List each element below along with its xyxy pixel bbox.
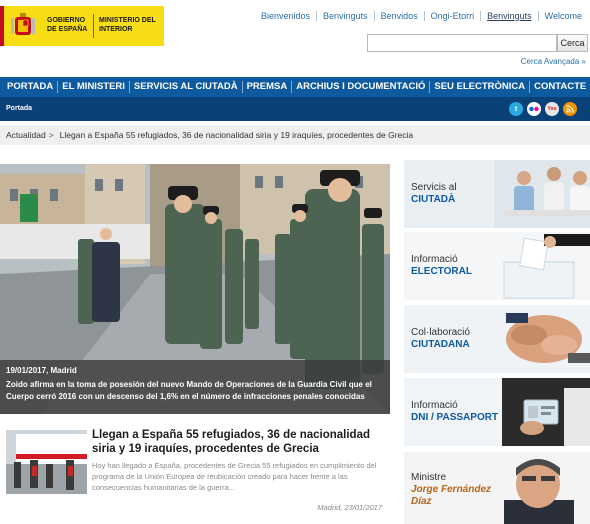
sidebar-card-collaboration[interactable]: Col·laboració CIUTADANA — [404, 305, 590, 373]
main-navigation: PORTADA EL MINISTERI SERVICIS AL CIUTADÀ… — [0, 77, 590, 97]
lang-es[interactable]: Bienvenidos — [255, 11, 316, 21]
news-title[interactable]: Llegan a España 55 refugiados, 36 de nac… — [92, 428, 388, 456]
nav-item-servicis[interactable]: SERVICIS AL CIUTADÀ — [128, 81, 242, 93]
advanced-search-link[interactable]: Cerca Avançada » — [521, 57, 586, 66]
subnav-bar: Portada t You — [0, 97, 590, 121]
card-line1: Servicis al — [411, 182, 457, 193]
card-line1: Col·laboració — [411, 327, 470, 338]
sidebar-card-electoral[interactable]: Informació ELECTORAL — [404, 232, 590, 300]
lang-gl[interactable]: Benvidos — [373, 11, 424, 21]
coat-of-arms-icon — [11, 13, 35, 35]
rss-icon[interactable] — [563, 102, 577, 116]
nav-item-archius[interactable]: ARCHIUS I DOCUMENTACIÓ — [291, 81, 429, 93]
sidebar-card-minister[interactable]: Ministre Jorge Fernández Díaz — [404, 452, 590, 524]
sidebar-card-label: Servicis al CIUTADÀ — [411, 182, 501, 206]
breadcrumb: Actualidad > Llegan a España 55 refugiad… — [0, 125, 590, 145]
sidebar-card-label: Informació DNI / PASSAPORT — [411, 400, 501, 424]
card-line2: DNI / PASSAPORT — [411, 412, 499, 423]
minister-title: Ministre — [411, 472, 447, 483]
card-line2: CIUTADANA — [411, 339, 470, 350]
nav-item-seu[interactable]: SEU ELECTRÒNICA — [429, 81, 529, 93]
minister-label-block: Ministre Jorge Fernández Díaz — [411, 472, 501, 508]
card-line1: Informació — [411, 254, 458, 265]
breadcrumb-current: Llegan a España 55 refugiados, 36 de nac… — [59, 130, 414, 140]
nav-item-portada[interactable]: PORTADA — [3, 81, 57, 93]
subnav-current-label[interactable]: Portada — [6, 105, 32, 112]
logo-ministry-text: MINISTERIO DEL INTERIOR — [99, 17, 156, 33]
youtube-icon[interactable]: You — [545, 102, 559, 116]
lang-eu[interactable]: Ongi-Etorri — [423, 11, 481, 21]
search-input[interactable] — [367, 34, 557, 52]
card-line1: Informació — [411, 400, 458, 411]
breadcrumb-root[interactable]: Actualidad — [6, 130, 46, 140]
hero-caption: 19/01/2017, Madrid Zoido afirma en la to… — [0, 360, 390, 414]
twitter-icon[interactable]: t — [509, 102, 523, 116]
nav-item-contacte[interactable]: CONTACTE — [529, 81, 590, 93]
lang-va[interactable]: Benvinguts — [480, 11, 538, 21]
lang-en[interactable]: Welcome — [537, 11, 588, 21]
page: GOBIERNO DE ESPAÑA MINISTERIO DEL INTERI… — [0, 0, 590, 524]
flag-stripe — [0, 6, 4, 46]
sidebar-card-citizen-services[interactable]: Servicis al CIUTADÀ — [404, 160, 590, 228]
minister-name: Jorge Fernández Díaz — [411, 484, 492, 507]
news-date: Madrid, 23/01/2017 — [317, 503, 382, 512]
sidebar-card-dni-passport[interactable]: Informació DNI / PASSAPORT — [404, 378, 590, 446]
logo-government-text: GOBIERNO DE ESPAÑA — [47, 17, 88, 33]
card-line2: ELECTORAL — [411, 266, 472, 277]
hero-news-slide[interactable]: 19/01/2017, Madrid Zoido afirma en la to… — [0, 164, 390, 414]
news-photo — [6, 430, 87, 494]
language-selector: Bienvenidos Benvinguts Benvidos Ongi-Eto… — [255, 11, 588, 21]
logo-divider — [93, 14, 94, 38]
sidebar-card-label: Col·laboració CIUTADANA — [411, 327, 501, 351]
search-button[interactable]: Cerca — [557, 34, 588, 52]
nav-item-ministeri[interactable]: EL MINISTERI — [57, 81, 129, 93]
news-summary: Hoy han llegado a España, procedentes de… — [92, 461, 377, 492]
card-line2: CIUTADÀ — [411, 194, 456, 205]
breadcrumb-separator: > — [48, 130, 54, 140]
flickr-icon[interactable] — [527, 102, 541, 116]
nav-item-premsa[interactable]: PREMSA — [241, 81, 292, 93]
government-logo[interactable]: GOBIERNO DE ESPAÑA MINISTERIO DEL INTERI… — [0, 6, 164, 46]
hero-date: 19/01/2017, Madrid — [6, 366, 77, 375]
news-thumbnail[interactable] — [6, 430, 87, 494]
sidebar-card-label: Informació ELECTORAL — [411, 254, 501, 278]
hero-headline[interactable]: Zoido afirma en la toma de posesión del … — [6, 379, 384, 403]
lang-ca[interactable]: Benvinguts — [316, 11, 374, 21]
